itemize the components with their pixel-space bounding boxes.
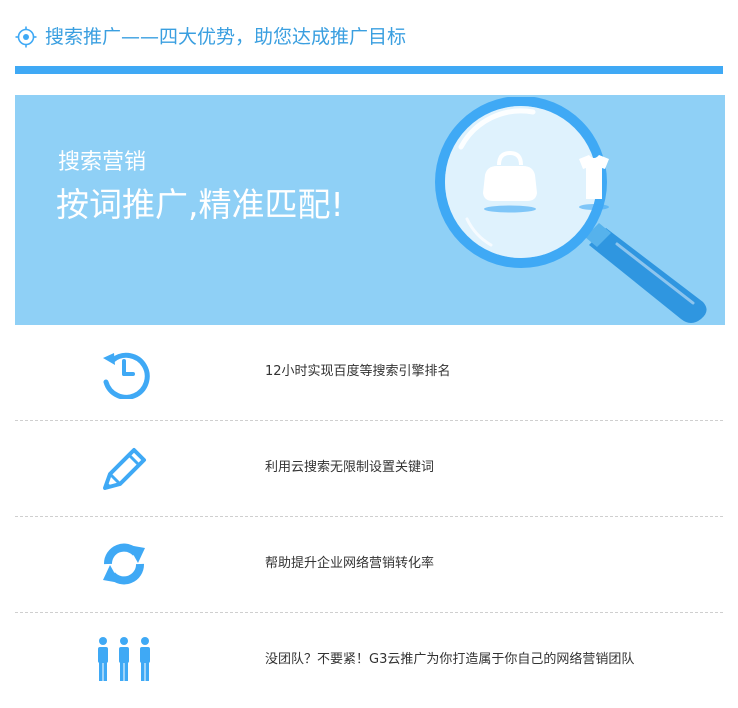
feature-text: 12小时实现百度等搜索引擎排名	[265, 364, 451, 379]
clock-icon	[103, 352, 150, 399]
page-title: 搜索推广——四大优势，助您达成推广目标	[45, 26, 407, 48]
section-header: 搜索推广——四大优势，助您达成推广目标	[15, 22, 406, 52]
team-icon	[98, 637, 150, 681]
list-item: 利用云搜索无限制设置关键词	[15, 421, 723, 517]
list-item: 没团队？不要紧！G3云推广为你打造属于你自己的网络营销团队	[15, 613, 723, 708]
list-item: 帮助提升企业网络营销转化率	[15, 517, 723, 613]
header-divider	[15, 66, 723, 74]
target-icon	[15, 26, 37, 48]
refresh-icon	[103, 543, 145, 585]
feature-text: 帮助提升企业网络营销转化率	[265, 556, 435, 571]
banner-subtitle: 搜索营销	[58, 150, 147, 175]
magnifier-handle	[585, 223, 707, 323]
feature-text: 没团队？不要紧！G3云推广为你打造属于你自己的网络营销团队	[265, 652, 635, 667]
banner: 搜索营销 按词推广,精准匹配!	[15, 95, 725, 325]
banner-headline: 按词推广,精准匹配!	[56, 185, 344, 224]
pencil-icon	[103, 448, 146, 490]
feature-list: 12小时实现百度等搜索引擎排名 利用云搜索无限制设置关键词 帮助提升企业网络营销…	[15, 325, 723, 708]
list-item: 12小时实现百度等搜索引擎排名	[15, 325, 723, 421]
feature-text: 利用云搜索无限制设置关键词	[265, 460, 435, 475]
magnifier-icon	[435, 97, 707, 323]
